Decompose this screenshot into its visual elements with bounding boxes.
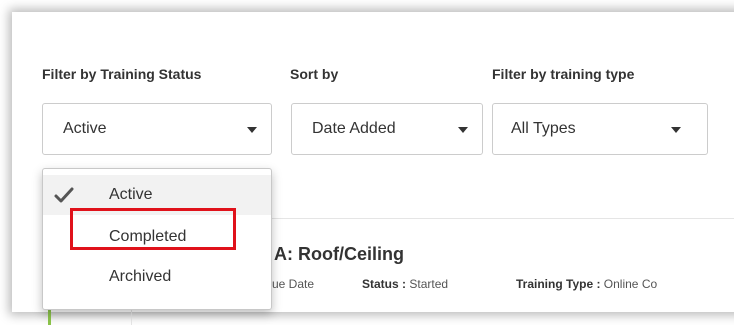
status-meta-label: Status : bbox=[362, 277, 407, 291]
status-filter-label: Filter by Training Status bbox=[42, 66, 202, 82]
caret-down-icon bbox=[247, 127, 257, 133]
course-title[interactable]: A: Roof/Ceiling bbox=[274, 244, 404, 265]
type-filter-value: All Types bbox=[511, 120, 576, 137]
status-filter-value: Active bbox=[63, 120, 107, 137]
dropdown-option-label: Active bbox=[109, 186, 153, 203]
type-filter-label: Filter by training type bbox=[492, 66, 635, 82]
page: Filter by Training Status Sort by Filter… bbox=[0, 0, 734, 325]
completed-highlight-box bbox=[70, 208, 236, 250]
dropdown-option-archived[interactable]: Archived bbox=[43, 257, 271, 297]
status-filter-select[interactable]: Active bbox=[42, 103, 272, 155]
sort-by-select[interactable]: Date Added bbox=[291, 103, 483, 155]
check-icon bbox=[54, 187, 74, 203]
training-type-meta-label: Training Type : bbox=[516, 277, 601, 291]
training-type-meta: Training Type : Online Co bbox=[516, 277, 657, 291]
dropdown-option-label: Archived bbox=[109, 268, 172, 285]
training-type-meta-value: Online Co bbox=[603, 277, 658, 291]
caret-down-icon bbox=[671, 127, 681, 133]
due-date-text: ue Date bbox=[272, 277, 315, 291]
status-meta-value: Started bbox=[409, 277, 449, 291]
type-filter-select[interactable]: All Types bbox=[492, 103, 708, 155]
caret-down-icon bbox=[458, 127, 468, 133]
status-meta: Status : Started bbox=[362, 277, 448, 291]
sort-by-value: Date Added bbox=[312, 120, 396, 137]
sort-by-label: Sort by bbox=[290, 66, 339, 82]
